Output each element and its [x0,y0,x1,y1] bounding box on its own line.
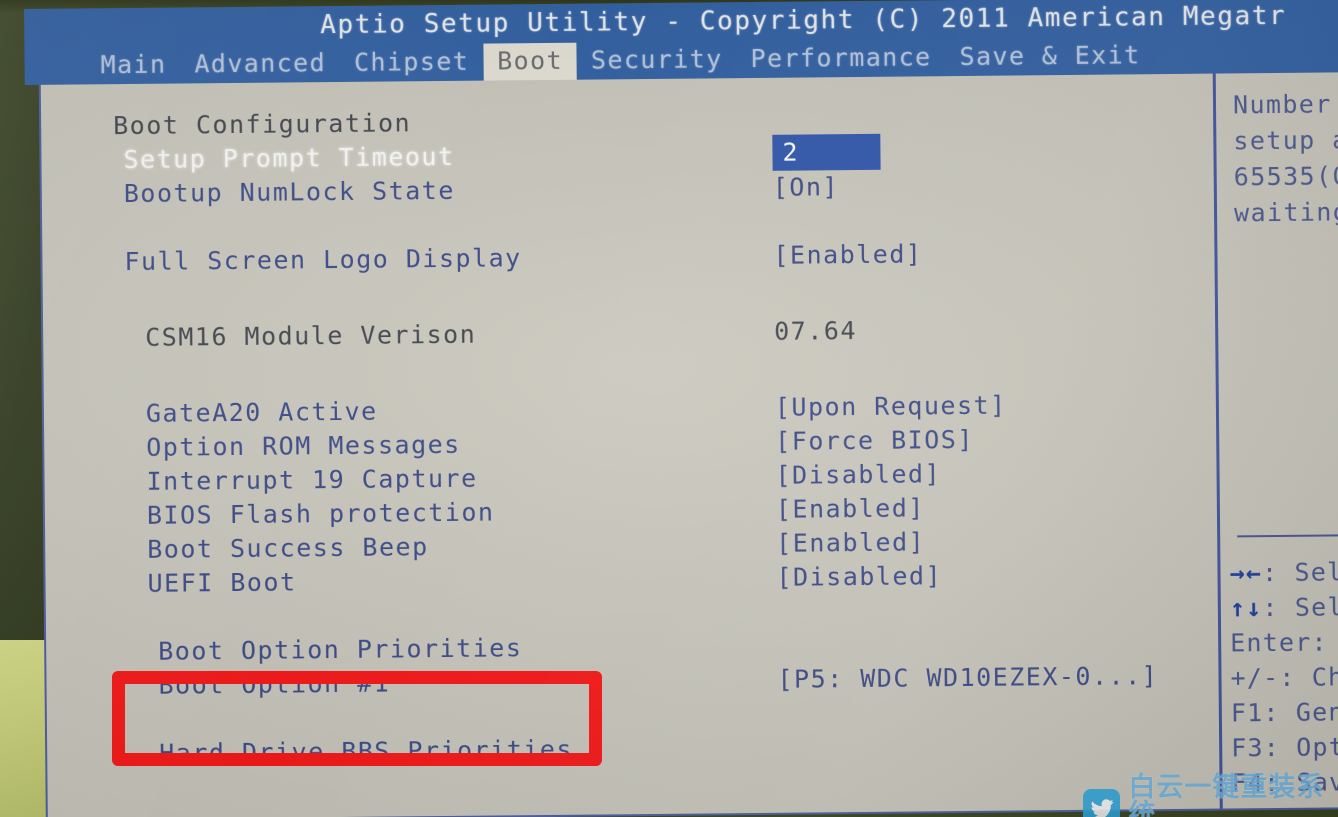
setting-value[interactable]: [Upon Request] [775,390,1007,421]
help-line: Number [1232,89,1332,120]
setting-value-input[interactable]: 2 [772,133,881,171]
key-hint-label: : Selec [1261,557,1338,588]
setting-label: Full Screen Logo Display [124,242,522,276]
setting-label: Boot Success Beep [147,531,429,564]
setting-label: UEFI Boot [147,566,297,598]
twitter-bird-icon [1083,788,1121,817]
menu-item-boot[interactable]: Boot [483,42,578,81]
menu-item-security[interactable]: Security [577,41,737,80]
help-text: Number setup a 65535(0 waiting [1223,86,1338,231]
key-hint: F1: Genera [1230,696,1338,728]
arrow-keys-icon: →← [1229,558,1263,588]
key-legend: →←: Selec↑↓: SelecEnter: Se+/-: ChangF1:… [1227,554,1338,801]
setting-label: Boot Option #1 [158,668,391,700]
setting-row[interactable]: Hard Drive BBS Priorities [47,726,1219,771]
settings-panel-inner: Boot Configuration Setup Prompt Timeout 2 B… [40,72,1338,817]
key-hint: →←: Selec [1227,554,1338,591]
menu-item-performance[interactable]: Performance [736,39,945,78]
page-title: Aptio Setup Utility - Copyright (C) 2011… [320,0,1287,41]
menu-item-chipset[interactable]: Chipset [340,43,484,81]
menu-item-main[interactable]: Main [86,46,180,84]
menu-item-save-exit[interactable]: Save & Exit [945,37,1154,76]
setting-value[interactable]: 07.64 [774,316,857,346]
help-separator [1237,533,1338,538]
setting-label: Hard Drive BBS Priorities [159,734,574,768]
setting-value[interactable]: [Disabled] [775,459,941,490]
key-hint: +/-: Chang [1230,661,1338,693]
photo-of-monitor: Aptio Setup Utility - Copyright (C) 2011… [0,0,1338,817]
setting-row[interactable]: Full Screen Logo Display [Enabled] [42,234,1214,279]
setting-label: Setup Prompt Timeout [123,141,455,174]
watermark-brand: 白云一键重装系统 [1128,772,1325,817]
watermark-texts: 白云一键重装系统 www.baiyunxitong.com [1128,774,1338,817]
key-hint: F3: Optimi [1231,731,1338,763]
menu-item-advanced[interactable]: Advanced [180,44,340,83]
setting-value[interactable]: [Enabled] [776,493,925,523]
help-line: setup a [1233,125,1338,156]
setting-value[interactable]: [Disabled] [776,561,942,592]
settings-panel: Boot Configuration Setup Prompt Timeout 2 B… [38,72,1338,817]
setting-label: CSM16 Module Verison [145,319,477,352]
settings-list: Boot Configuration Setup Prompt Timeout 2 B… [41,74,1220,817]
setting-value[interactable]: [Enabled] [776,527,925,557]
setting-label: Boot Configuration [113,107,412,140]
key-hint-label: : Selec [1262,592,1338,623]
setting-label: GateA20 Active [145,396,378,428]
setting-value[interactable]: [P5: WDC WD10EZEX-0...] [777,661,1158,694]
help-line: waiting [1233,197,1338,228]
setting-value[interactable]: [Force BIOS] [775,424,974,455]
key-hint: Enter: Se [1230,627,1338,658]
key-hint: ↑↓: Selec [1228,589,1338,626]
setting-label: Boot Option Priorities [158,632,523,666]
setting-value[interactable]: [Enabled] [773,239,922,269]
arrow-keys-icon: ↑↓ [1229,593,1263,623]
setting-label: Option ROM Messages [146,429,461,462]
watermark: 白云一键重装系统 www.baiyunxitong.com [1083,774,1338,817]
bios-screen: Aptio Setup Utility - Copyright (C) 2011… [24,0,1338,817]
help-line: 65535(0 [1233,161,1338,192]
help-panel: Number setup a 65535(0 waiting →←: Selec ↑↓:… [1223,72,1338,810]
setting-row[interactable]: CSM16 Module Verison 07.64 [43,310,1215,355]
setting-value[interactable]: [On] [773,172,839,202]
setting-label: Bootup NumLock State [123,175,455,208]
setting-label: Interrupt 19 Capture [146,463,478,496]
setting-label: BIOS Flash protection [146,497,495,530]
